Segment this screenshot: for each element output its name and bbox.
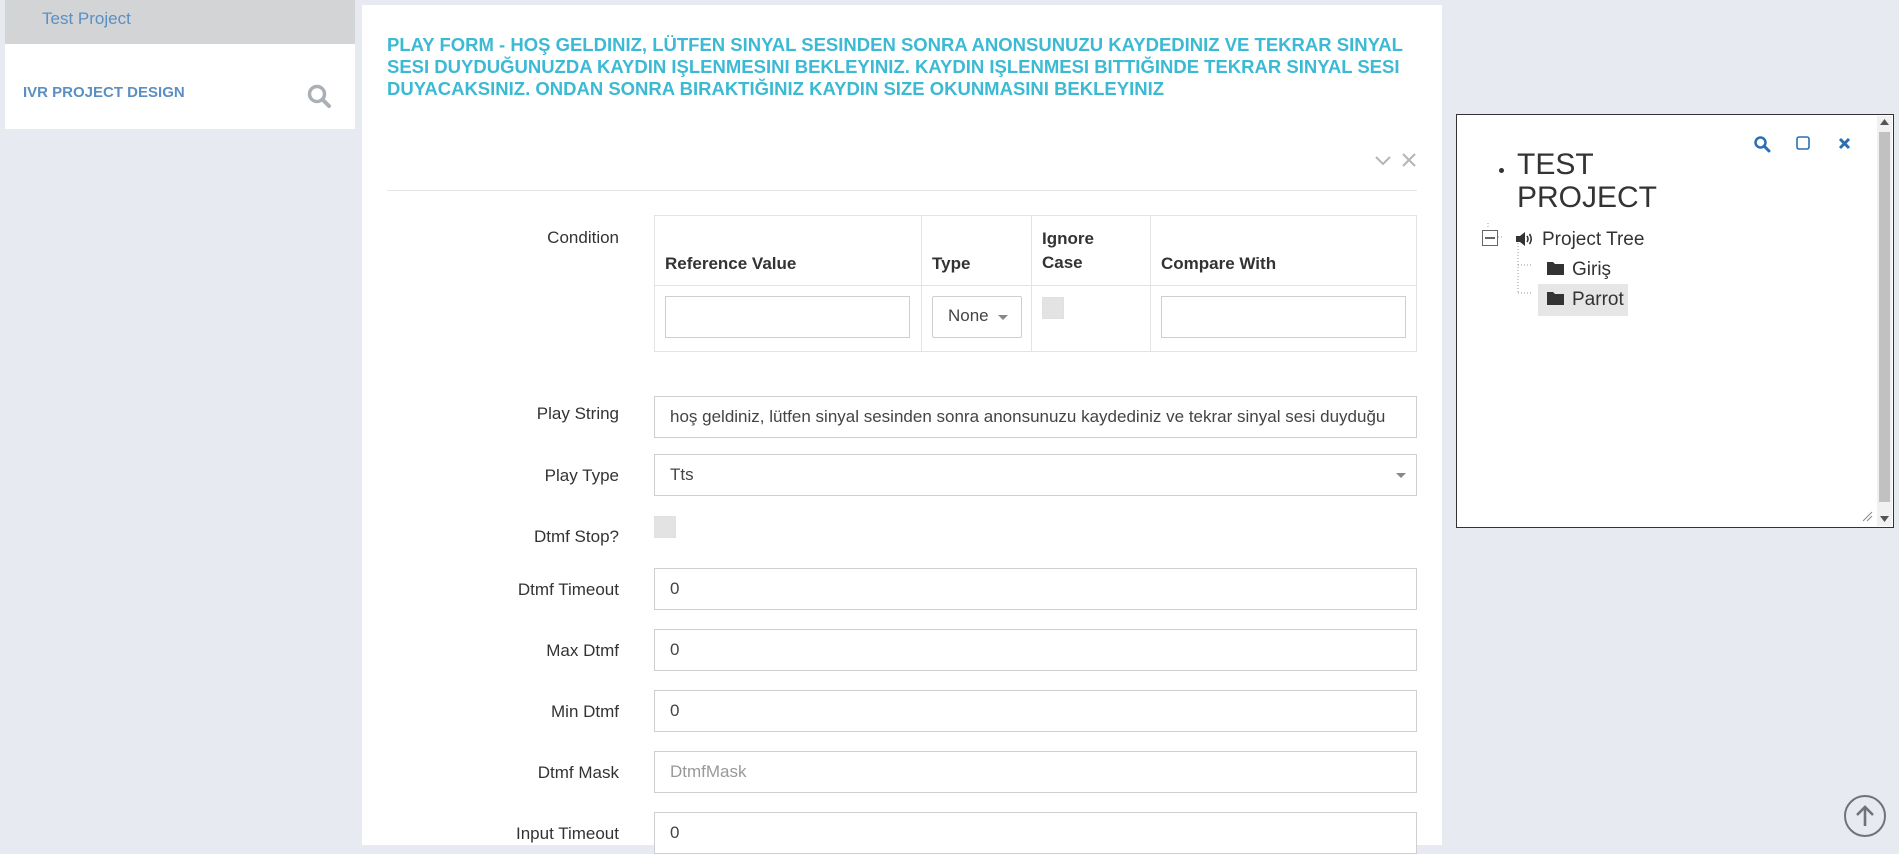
- tree-scrollbar[interactable]: [1877, 116, 1892, 526]
- play-type-value: Tts: [670, 465, 694, 484]
- scroll-down-icon[interactable]: [1880, 516, 1889, 522]
- header-ignore-case-2: Case: [1042, 253, 1083, 272]
- collapse-toggle-icon[interactable]: [1482, 230, 1498, 246]
- project-link[interactable]: Test Project: [42, 9, 131, 29]
- condition-table: Reference Value Type Ignore Case Compare…: [654, 215, 1417, 352]
- dtmf-mask-input[interactable]: DtmfMask: [654, 751, 1417, 793]
- type-select-value: None: [948, 306, 989, 325]
- collapse-icon[interactable]: [1374, 154, 1392, 168]
- scroll-thumb[interactable]: [1879, 132, 1890, 502]
- header-type: Type: [932, 254, 971, 273]
- search-icon[interactable]: [305, 82, 335, 112]
- compare-with-input[interactable]: [1161, 296, 1406, 338]
- type-select[interactable]: None: [932, 296, 1022, 338]
- header-ignore-case-1: Ignore: [1042, 229, 1094, 248]
- play-string-input[interactable]: hoş geldiniz, lütfen sinyal sesinden son…: [654, 396, 1417, 438]
- play-string-label: Play String: [536, 404, 619, 423]
- divider: [387, 190, 1417, 191]
- project-tree-window: TEST PROJECT Project Tree Giriş Parrot: [1456, 114, 1894, 528]
- reference-value-input[interactable]: [665, 296, 910, 338]
- folder-icon: [1547, 262, 1564, 275]
- dtmf-timeout-label: Dtmf Timeout: [517, 580, 619, 599]
- min-dtmf-input[interactable]: 0: [654, 690, 1417, 732]
- section-title: IVR PROJECT DESIGN: [23, 84, 185, 101]
- condition-label: Condition: [547, 228, 619, 247]
- close-icon[interactable]: [1401, 152, 1417, 168]
- input-timeout-input[interactable]: 0: [654, 812, 1417, 854]
- resize-handle-icon[interactable]: [1861, 510, 1873, 522]
- close-icon[interactable]: [1837, 136, 1852, 151]
- chevron-down-icon: [998, 315, 1008, 320]
- max-dtmf-input[interactable]: 0: [654, 629, 1417, 671]
- tree-node-parrot[interactable]: Parrot: [1572, 289, 1624, 311]
- dtmf-timeout-input[interactable]: 0: [654, 568, 1417, 610]
- scroll-up-icon[interactable]: [1880, 119, 1889, 125]
- scroll-to-top-button[interactable]: [1843, 794, 1887, 838]
- play-type-select[interactable]: Tts: [654, 454, 1417, 496]
- volume-icon: [1516, 232, 1533, 246]
- maximize-icon[interactable]: [1795, 135, 1811, 151]
- dtmf-stop-checkbox[interactable]: [654, 516, 676, 538]
- form-title: PLAY FORM - HOŞ GELDINIZ, LÜTFEN SINYAL …: [387, 34, 1403, 99]
- tree-root-project-tree[interactable]: Project Tree: [1542, 229, 1644, 251]
- dtmf-mask-label: Dtmf Mask: [537, 763, 619, 782]
- sidebar-project-item[interactable]: Test Project: [5, 0, 355, 44]
- min-dtmf-label: Min Dtmf: [551, 702, 619, 721]
- tree-node-giris[interactable]: Giriş: [1572, 259, 1611, 281]
- sidebar-panel: IVR PROJECT DESIGN: [5, 44, 355, 129]
- header-reference-value: Reference Value: [665, 254, 797, 273]
- play-form-panel: PLAY FORM - HOŞ GELDINIZ, LÜTFEN SINYAL …: [362, 5, 1442, 854]
- list-bullet: [1499, 168, 1504, 173]
- panel-tools: [1374, 151, 1424, 173]
- chevron-down-icon: [1396, 473, 1406, 478]
- search-icon[interactable]: [1753, 135, 1771, 153]
- play-type-label: Play Type: [544, 466, 619, 485]
- tree-project-title: TEST PROJECT: [1517, 148, 1658, 214]
- ignore-case-checkbox[interactable]: [1042, 297, 1064, 319]
- max-dtmf-label: Max Dtmf: [546, 641, 619, 660]
- header-compare-with: Compare With: [1161, 254, 1277, 273]
- input-timeout-label: Input Timeout: [515, 824, 619, 843]
- dtmf-stop-label: Dtmf Stop?: [533, 527, 619, 546]
- folder-icon: [1547, 292, 1564, 305]
